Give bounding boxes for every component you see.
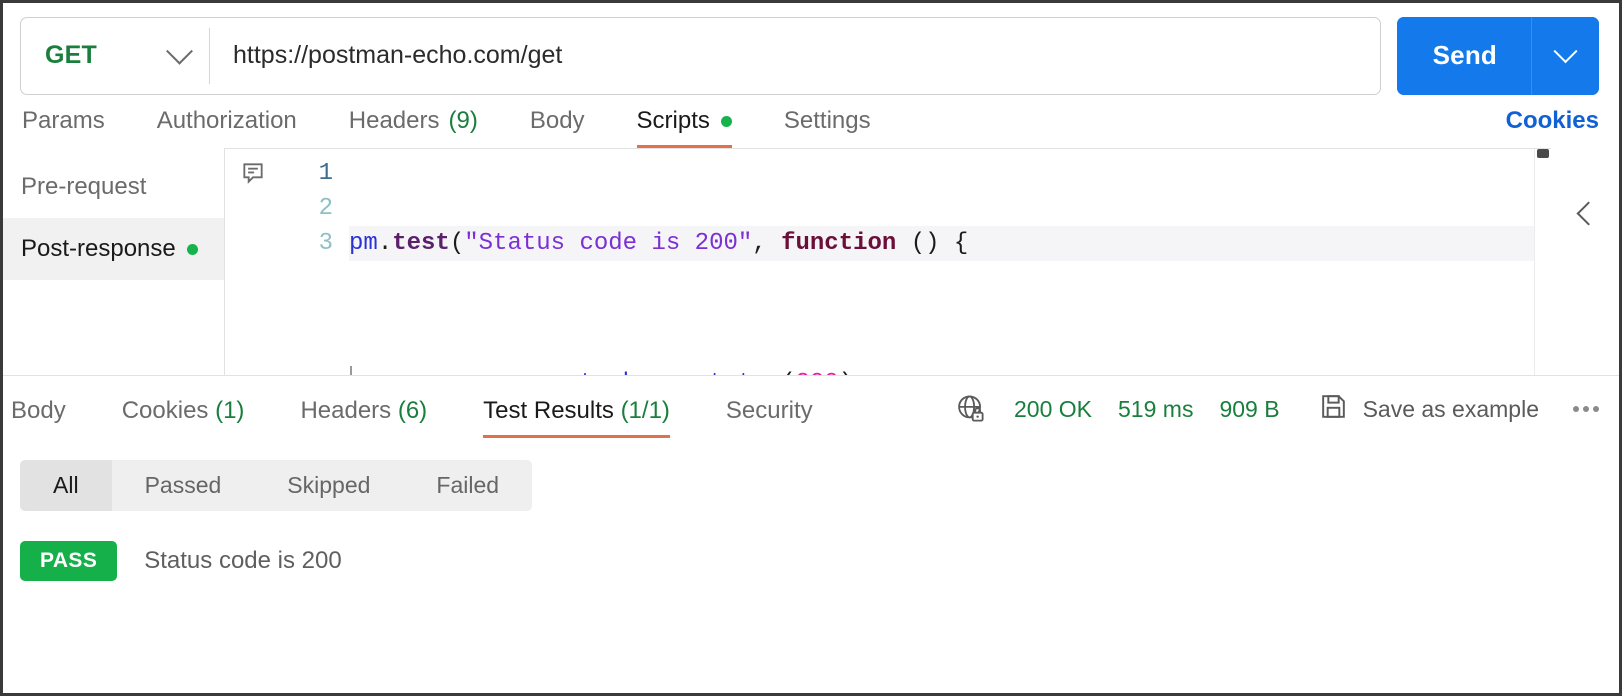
kebab-dot [1573,406,1579,412]
collapse-panel-button[interactable] [1571,196,1605,230]
tab-label: Headers [300,397,392,424]
save-as-example-label: Save as example [1362,395,1539,422]
tab-params[interactable]: Params [22,107,105,148]
tab-label: Headers [348,107,440,134]
send-options-button[interactable] [1531,16,1599,95]
response-time: 519 ms [1118,395,1194,422]
chevron-down-icon [166,37,193,65]
tab-label: Body [11,397,66,424]
tab-label: Security [725,397,813,424]
globe-lock-icon[interactable] [954,392,988,426]
cookies-link[interactable]: Cookies [1506,107,1599,148]
tab-label: Test Results [483,397,614,424]
line-number: 2 [318,195,333,222]
tab-label: Params [22,107,105,134]
line-number: 1 [318,160,333,187]
filter-label: Failed [436,472,500,498]
green-dot-indicator-icon [186,243,198,255]
tab-count: (9) [448,107,478,134]
postman-request-window: GET Send Params Authorization Headers (9… [0,0,1622,696]
response-tab-body[interactable]: Body [11,397,66,438]
line-number: 3 [318,230,333,257]
filter-label: Skipped [287,472,371,498]
sidebar-item-label: Pre-request [21,173,147,200]
http-method-label: GET [45,41,97,69]
response-size: 909 B [1219,395,1280,422]
kebab-menu-icon[interactable] [1573,406,1599,412]
sidebar-item-pre-request[interactable]: Pre-request [3,156,224,218]
code-token: function [781,230,897,257]
tab-count: (1/1) [620,397,670,424]
tab-label: Authorization [156,107,297,134]
status-code: 200 OK [1014,395,1093,422]
tab-label: Cookies [121,397,209,424]
code-line-2: pm.response.to.have.status(200); [349,366,1551,375]
scripts-pane: Pre-request Post-response 1 2 3 pm.test(… [3,148,1619,375]
url-input[interactable] [210,17,1380,94]
response-tab-headers[interactable]: Headers (6) [300,397,427,438]
indent-guide [350,366,352,375]
url-bar-row: GET Send [3,3,1619,95]
send-button[interactable]: Send [1396,16,1531,95]
response-tabs-bar: Body Cookies (1) Headers (6) Test Result… [3,375,1619,438]
tab-label: Settings [783,107,871,134]
chevron-down-icon [1553,39,1578,64]
test-result-name: Status code is 200 [144,547,342,574]
filter-all[interactable]: All [20,460,112,511]
request-tabs: Params Authorization Headers (9) Body Sc… [3,89,1619,148]
tab-headers[interactable]: Headers (9) [349,107,478,148]
http-method-selector[interactable]: GET [21,18,209,94]
scripts-sidebar: Pre-request Post-response [3,148,224,375]
send-button-group: Send [1396,16,1599,95]
tab-label: Body [529,107,585,134]
code-token: "Status code is 200" [464,230,753,257]
filter-label: All [53,472,79,498]
tab-count: (6) [397,397,428,424]
floppy-disk-icon [1318,391,1349,427]
code-token: ( [449,230,465,257]
code-token: , [752,230,782,257]
test-result-filters: All Passed Skipped Failed [20,460,533,511]
sidebar-item-label: Post-response [21,235,176,262]
editor-gutter-icons [225,149,281,375]
code-token: test [392,230,450,257]
kebab-dot [1583,406,1589,412]
tab-body[interactable]: Body [530,107,585,148]
filter-failed[interactable]: Failed [403,460,532,511]
tab-authorization[interactable]: Authorization [157,107,297,148]
code-editor[interactable]: 1 2 3 pm.test("Status code is 200", func… [224,148,1551,375]
response-tab-test-results[interactable]: Test Results (1/1) [483,397,670,438]
filter-passed[interactable]: Passed [112,460,255,511]
test-result-row: PASS Status code is 200 [20,541,1619,581]
editor-vertical-scrollbar[interactable] [1534,149,1551,375]
status-badge: PASS [20,541,118,581]
save-as-example-button[interactable]: Save as example [1318,391,1539,427]
code-line-1: pm.test("Status code is 200", function (… [349,226,1551,261]
scrollbar-thumb[interactable] [1537,149,1549,158]
response-tab-security[interactable]: Security [726,397,813,438]
code-token: pm [349,230,378,257]
response-tab-cookies[interactable]: Cookies (1) [122,397,245,438]
green-dot-indicator-icon [720,115,732,127]
filter-label: Passed [144,472,222,498]
kebab-dot [1593,406,1599,412]
chevron-left-icon [1575,200,1601,226]
filter-skipped[interactable]: Skipped [254,460,403,511]
sidebar-item-post-response[interactable]: Post-response [3,218,224,280]
tab-scripts[interactable]: Scripts [636,107,733,148]
response-tabs: Body Cookies (1) Headers (6) Test Result… [3,397,841,438]
code-token: () { [896,230,969,257]
tab-settings[interactable]: Settings [784,107,871,148]
comment-icon[interactable] [240,160,266,375]
tab-label: Scripts [636,107,710,134]
response-meta: 200 OK 519 ms 909 B Save as example [954,391,1599,438]
tab-count: (1) [215,397,245,424]
code-token: . [377,230,393,257]
url-input-container: GET [20,16,1381,95]
editor-code-content[interactable]: pm.test("Status code is 200", function (… [333,149,1551,375]
editor-line-numbers: 1 2 3 [281,149,333,375]
